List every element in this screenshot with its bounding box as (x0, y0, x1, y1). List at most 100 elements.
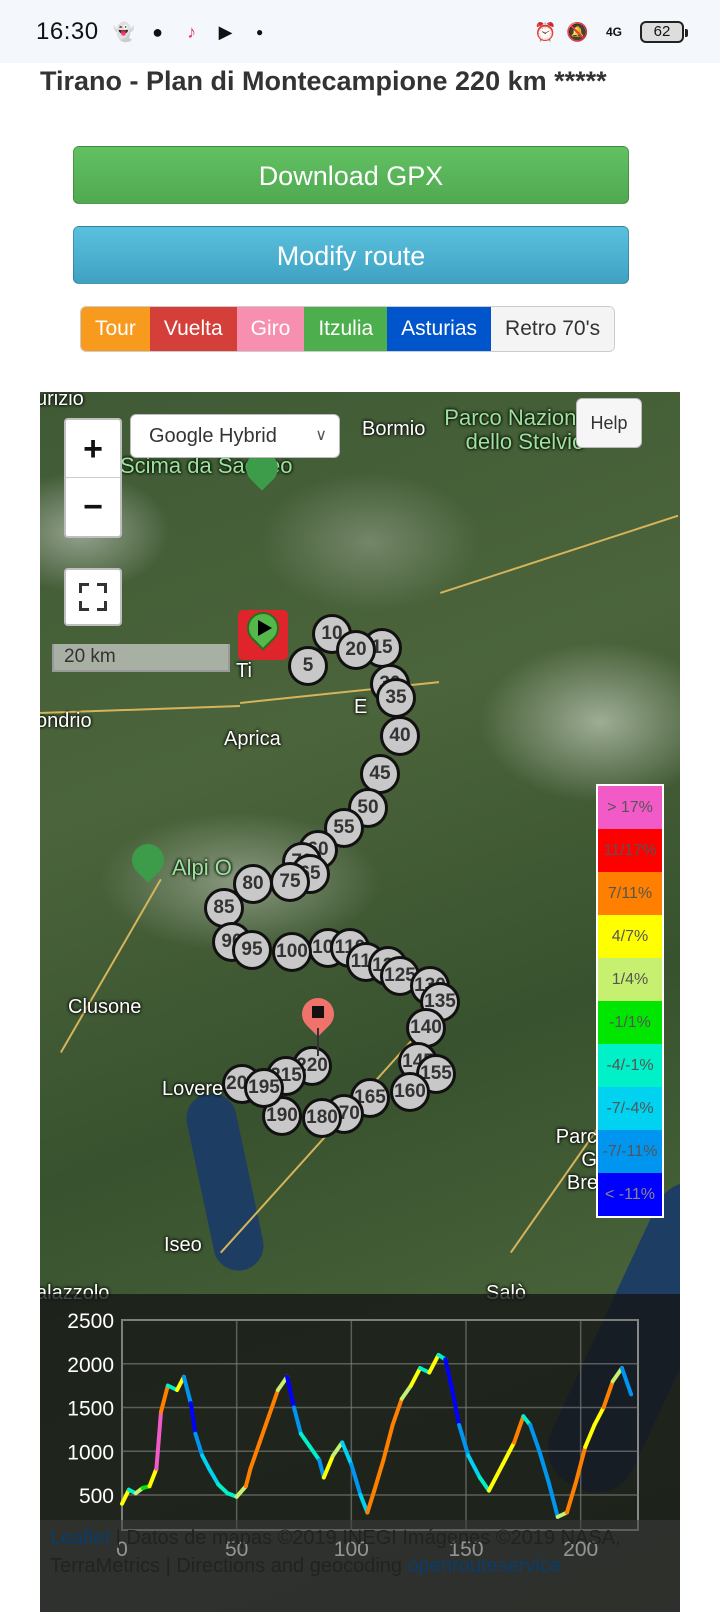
leaflet-link[interactable]: Leaflet (50, 1527, 110, 1549)
km-marker[interactable]: 195 (244, 1068, 284, 1108)
elevation-segment (619, 1366, 634, 1397)
y-tick-label: 500 (79, 1485, 114, 1508)
elevation-segment (583, 1423, 597, 1449)
download-gpx-button[interactable]: Download GPX (73, 146, 629, 204)
elevation-segment (537, 1449, 551, 1484)
elevation-segment (500, 1440, 517, 1467)
legend-item: > 17% (598, 786, 662, 829)
elevation-segment (365, 1488, 377, 1515)
elevation-segment (285, 1374, 296, 1410)
legend-item: 1/4% (598, 958, 662, 1001)
style-retro-button[interactable]: Retro 70's (491, 307, 615, 351)
elevation-segment (298, 1431, 313, 1449)
legend-item: 7/11% (598, 872, 662, 915)
legend-item: < -11% (598, 1173, 662, 1216)
style-vuelta-button[interactable]: Vuelta (149, 307, 237, 351)
status-time: 16:30 (36, 17, 99, 45)
elevation-segment (564, 1479, 579, 1515)
notification-icons: 👻 ● ♪ ▶ ● (113, 21, 271, 43)
map-layer-value: Google Hybrid (149, 425, 277, 447)
y-tick-label: 2500 (67, 1310, 114, 1333)
style-tour-button[interactable]: Tour (81, 307, 150, 351)
elevation-segment (486, 1462, 505, 1493)
chat-icon: ● (152, 21, 163, 42)
elevation-segment (147, 1466, 159, 1489)
dot-icon: ● (255, 24, 264, 39)
style-asturias-button[interactable]: Asturias (387, 307, 492, 351)
place-label: Ti (236, 660, 252, 682)
elevation-segment (193, 1431, 205, 1458)
chevron-down-icon: ∨ (315, 427, 327, 444)
elevation-segment (330, 1440, 345, 1458)
openrouteservice-link[interactable]: openrouteservice (408, 1555, 561, 1577)
place-label: Clusone (68, 996, 142, 1018)
km-marker[interactable]: 35 (376, 678, 416, 718)
status-bar: 16:30 👻 ● ♪ ▶ ● ⏰ 🔕 4G 62 (0, 0, 720, 63)
modify-route-button[interactable]: Modify route (73, 226, 629, 284)
road (440, 514, 679, 594)
place-label: urizio (40, 392, 84, 410)
elevation-segment (546, 1479, 560, 1519)
youtube-icon: ▶ (218, 21, 233, 42)
km-marker[interactable]: 20 (336, 630, 376, 670)
fullscreen-button[interactable] (64, 568, 122, 626)
legend-item: -4/-1% (598, 1044, 662, 1087)
elevation-segment (292, 1405, 303, 1436)
km-marker[interactable]: 75 (270, 862, 310, 902)
elevation-segment (399, 1383, 413, 1401)
zoom-out-button[interactable]: − (66, 478, 120, 536)
elevation-segment (601, 1379, 615, 1410)
map-layer-select[interactable]: Google Hybrid ∨ (130, 414, 340, 458)
legend-item: -7/-11% (598, 1130, 662, 1173)
battery-indicator: 62 (640, 20, 688, 43)
elevation-segment (477, 1475, 491, 1493)
help-button[interactable]: Help (576, 398, 642, 448)
place-label: E (354, 696, 368, 718)
y-tick-label: 1000 (67, 1441, 114, 1464)
elevation-segment (266, 1388, 280, 1419)
km-marker[interactable]: 160 (390, 1072, 430, 1112)
elevation-segment (154, 1409, 163, 1471)
attribution-text: | Datos de mapas ©2019 INEGI Imágenes ©2… (110, 1527, 621, 1549)
route-title: Tirano - Plan di Montecampione 220 km **… (40, 66, 607, 96)
place-label: ondrio (40, 710, 92, 732)
style-itzulia-button[interactable]: Itzulia (304, 307, 388, 351)
elevation-segment (257, 1414, 271, 1445)
km-marker[interactable]: 180 (302, 1098, 342, 1138)
place-label: Aprica (224, 728, 281, 750)
play-icon (258, 620, 272, 636)
style-giro-button[interactable]: Giro (236, 307, 305, 351)
zoom-in-button[interactable]: + (66, 420, 120, 478)
tiktok-icon: ♪ (187, 21, 197, 42)
finish-marker-stem (317, 1028, 319, 1056)
attribution-text-2: TerraMetrics | Directions and geocoding (50, 1555, 408, 1577)
elevation-segment (349, 1462, 363, 1497)
elevation-segment (200, 1453, 212, 1471)
snapchat-icon: 👻 (112, 21, 135, 42)
elevation-segment (372, 1458, 386, 1493)
y-tick-label: 1500 (67, 1398, 114, 1421)
km-marker[interactable]: 5 (288, 646, 328, 686)
map-scale: 20 km (52, 644, 230, 672)
elevation-segment (466, 1453, 482, 1480)
place-label: Lovere (162, 1078, 224, 1100)
legend-item: -7/-4% (598, 1087, 662, 1130)
elevation-segment (340, 1440, 354, 1467)
km-marker[interactable]: 40 (380, 716, 420, 756)
elevation-segment (248, 1440, 262, 1471)
elevation-segment (120, 1487, 131, 1506)
elevation-segment (321, 1453, 335, 1480)
fullscreen-icon (79, 583, 89, 593)
elevation-segment (381, 1423, 395, 1462)
road (60, 878, 162, 1053)
place-label: Iseo (164, 1234, 202, 1256)
zoom-control: + − (64, 418, 122, 538)
km-marker[interactable]: 100 (272, 932, 312, 972)
peak-marker-icon[interactable] (125, 837, 171, 883)
signal-4g-icon: 4G (605, 24, 622, 39)
elevation-segment (528, 1423, 542, 1454)
km-marker[interactable]: 95 (232, 930, 272, 970)
place-label: Alpi O (172, 855, 232, 880)
route-map[interactable]: urizio Bormio Scima da Saoseo Parco Nazi… (40, 392, 680, 1612)
start-marker-icon[interactable] (238, 605, 288, 660)
